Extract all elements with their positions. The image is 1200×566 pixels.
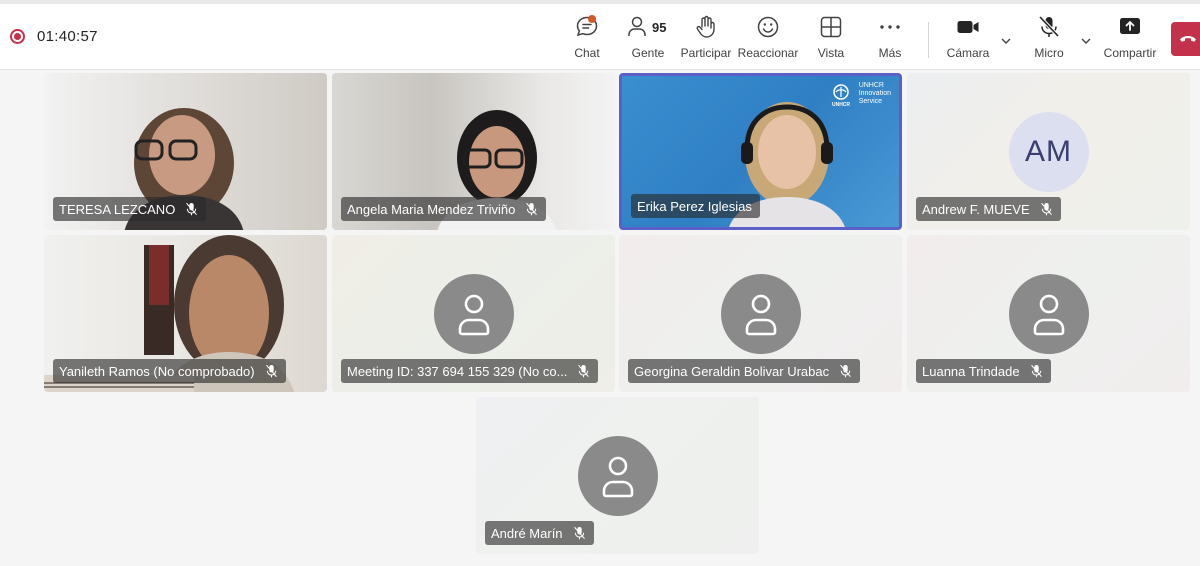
participant-name: Meeting ID: 337 694 155 329 (No co... <box>347 363 568 379</box>
view-label: Vista <box>817 46 845 60</box>
avatar <box>720 273 801 354</box>
chat-button[interactable]: Chat <box>570 14 604 68</box>
people-button[interactable]: 95 Gente <box>626 14 670 68</box>
meeting-toolbar: 01:40:57 Chat 95 Gente Participar Reacci… <box>0 0 1200 70</box>
participant-name: Andrew F. MUEVE <box>922 201 1030 217</box>
participant-tile[interactable]: AM Andrew F. MUEVE <box>907 73 1190 230</box>
participant-tile[interactable]: André Marín <box>476 397 759 554</box>
participant-name: Georgina Geraldin Bolivar Urabac <box>634 363 830 379</box>
participant-name: Yanileth Ramos (No comprobado) <box>59 363 255 379</box>
more-button[interactable]: Más <box>877 14 903 68</box>
avatar: AM <box>1008 111 1089 192</box>
mic-off-icon <box>840 364 852 378</box>
participant-name: André Marín <box>491 525 563 541</box>
unhcr-logo-line3: Service <box>858 98 883 105</box>
participant-tile[interactable]: TERESA LEZCANO <box>44 73 327 230</box>
hand-icon <box>696 15 715 38</box>
mic-off-icon <box>573 526 585 540</box>
camera-icon <box>957 21 979 33</box>
mic-off-icon <box>186 202 198 216</box>
camera-label: Cámara <box>946 46 990 60</box>
participant-name: TERESA LEZCANO <box>59 201 176 217</box>
participant-name-badge: Luanna Trindade <box>916 359 1051 383</box>
participant-name-badge: Erika Perez Iglesias <box>631 194 760 218</box>
participant-name-badge: Angela Maria Mendez Triviño <box>341 197 547 221</box>
participant-name: Luanna Trindade <box>922 363 1020 379</box>
mic-off-icon <box>1030 364 1042 378</box>
raise-hand-label: Participar <box>680 46 732 60</box>
chat-unread-badge <box>588 15 596 23</box>
participant-tile[interactable]: Georgina Geraldin Bolivar Urabac <box>619 235 902 392</box>
mic-off-icon <box>1038 15 1060 38</box>
record-icon <box>10 29 25 44</box>
avatar-icon <box>1033 294 1064 335</box>
mic-label: Micro <box>1034 46 1064 60</box>
camera-button[interactable]: Cámara <box>946 14 990 68</box>
participant-name-badge: André Marín <box>485 521 594 545</box>
participant-name-badge: Yanileth Ramos (No comprobado) <box>53 359 286 383</box>
avatar-icon <box>458 294 489 335</box>
avatar <box>1008 273 1089 354</box>
chat-icon <box>576 16 598 37</box>
camera-options-chevron-down-icon[interactable] <box>999 34 1013 48</box>
participant-tile[interactable]: Meeting ID: 337 694 155 329 (No co... <box>332 235 615 392</box>
more-icon <box>880 25 900 29</box>
participant-tile[interactable]: Luanna Trindade <box>907 235 1190 392</box>
avatar-icon <box>745 294 776 335</box>
share-icon <box>1120 18 1140 34</box>
participant-tile[interactable]: Yanileth Ramos (No comprobado) <box>44 235 327 392</box>
mic-off-icon <box>265 364 277 378</box>
unhcr-logo-line2: Innovation <box>858 90 891 97</box>
raise-hand-button[interactable]: Participar <box>681 14 731 68</box>
avatar <box>577 435 658 516</box>
participant-name-badge: Georgina Geraldin Bolivar Urabac <box>628 359 861 383</box>
mic-options-chevron-down-icon[interactable] <box>1079 34 1093 48</box>
grid-view-icon <box>820 16 842 38</box>
mic-off-icon <box>526 202 538 216</box>
participant-tile-active-speaker[interactable]: UNHCR UNHCR Innovation Service Erika Per… <box>619 73 902 230</box>
people-label: Gente <box>631 46 665 60</box>
avatar-icon <box>602 456 633 497</box>
participant-name-badge: TERESA LEZCANO <box>53 197 207 221</box>
mic-off-icon <box>578 364 590 378</box>
participant-tile[interactable]: Angela Maria Mendez Triviño <box>332 73 615 230</box>
view-button[interactable]: Vista <box>816 14 846 68</box>
chat-label: Chat <box>574 46 600 60</box>
emoji-icon <box>757 16 779 38</box>
participant-name-badge: Meeting ID: 337 694 155 329 (No co... <box>341 359 599 383</box>
leave-call-button[interactable] <box>1171 22 1200 56</box>
toolbar-divider <box>928 22 929 58</box>
people-count: 95 <box>652 20 667 35</box>
hangup-icon <box>1180 36 1196 42</box>
mic-button[interactable]: Micro <box>1032 14 1066 68</box>
unhcr-logo-line1: UNHCR <box>858 82 884 89</box>
more-label: Más <box>878 46 902 60</box>
react-label: Reaccionar <box>737 46 799 60</box>
participant-name: Erika Perez Iglesias <box>637 198 752 214</box>
participant-name-badge: Andrew F. MUEVE <box>916 197 1061 221</box>
people-icon <box>628 16 646 36</box>
react-button[interactable]: Reaccionar <box>737 14 799 68</box>
avatar <box>433 273 514 354</box>
share-label: Compartir <box>1103 46 1157 60</box>
unhcr-logo-text: UNHCR Innovation Service <box>859 82 891 106</box>
recording-timer: 01:40:57 <box>37 28 98 45</box>
share-button[interactable]: Compartir <box>1104 14 1156 68</box>
mic-off-icon <box>1040 202 1052 216</box>
participant-name: Angela Maria Mendez Triviño <box>347 201 516 217</box>
